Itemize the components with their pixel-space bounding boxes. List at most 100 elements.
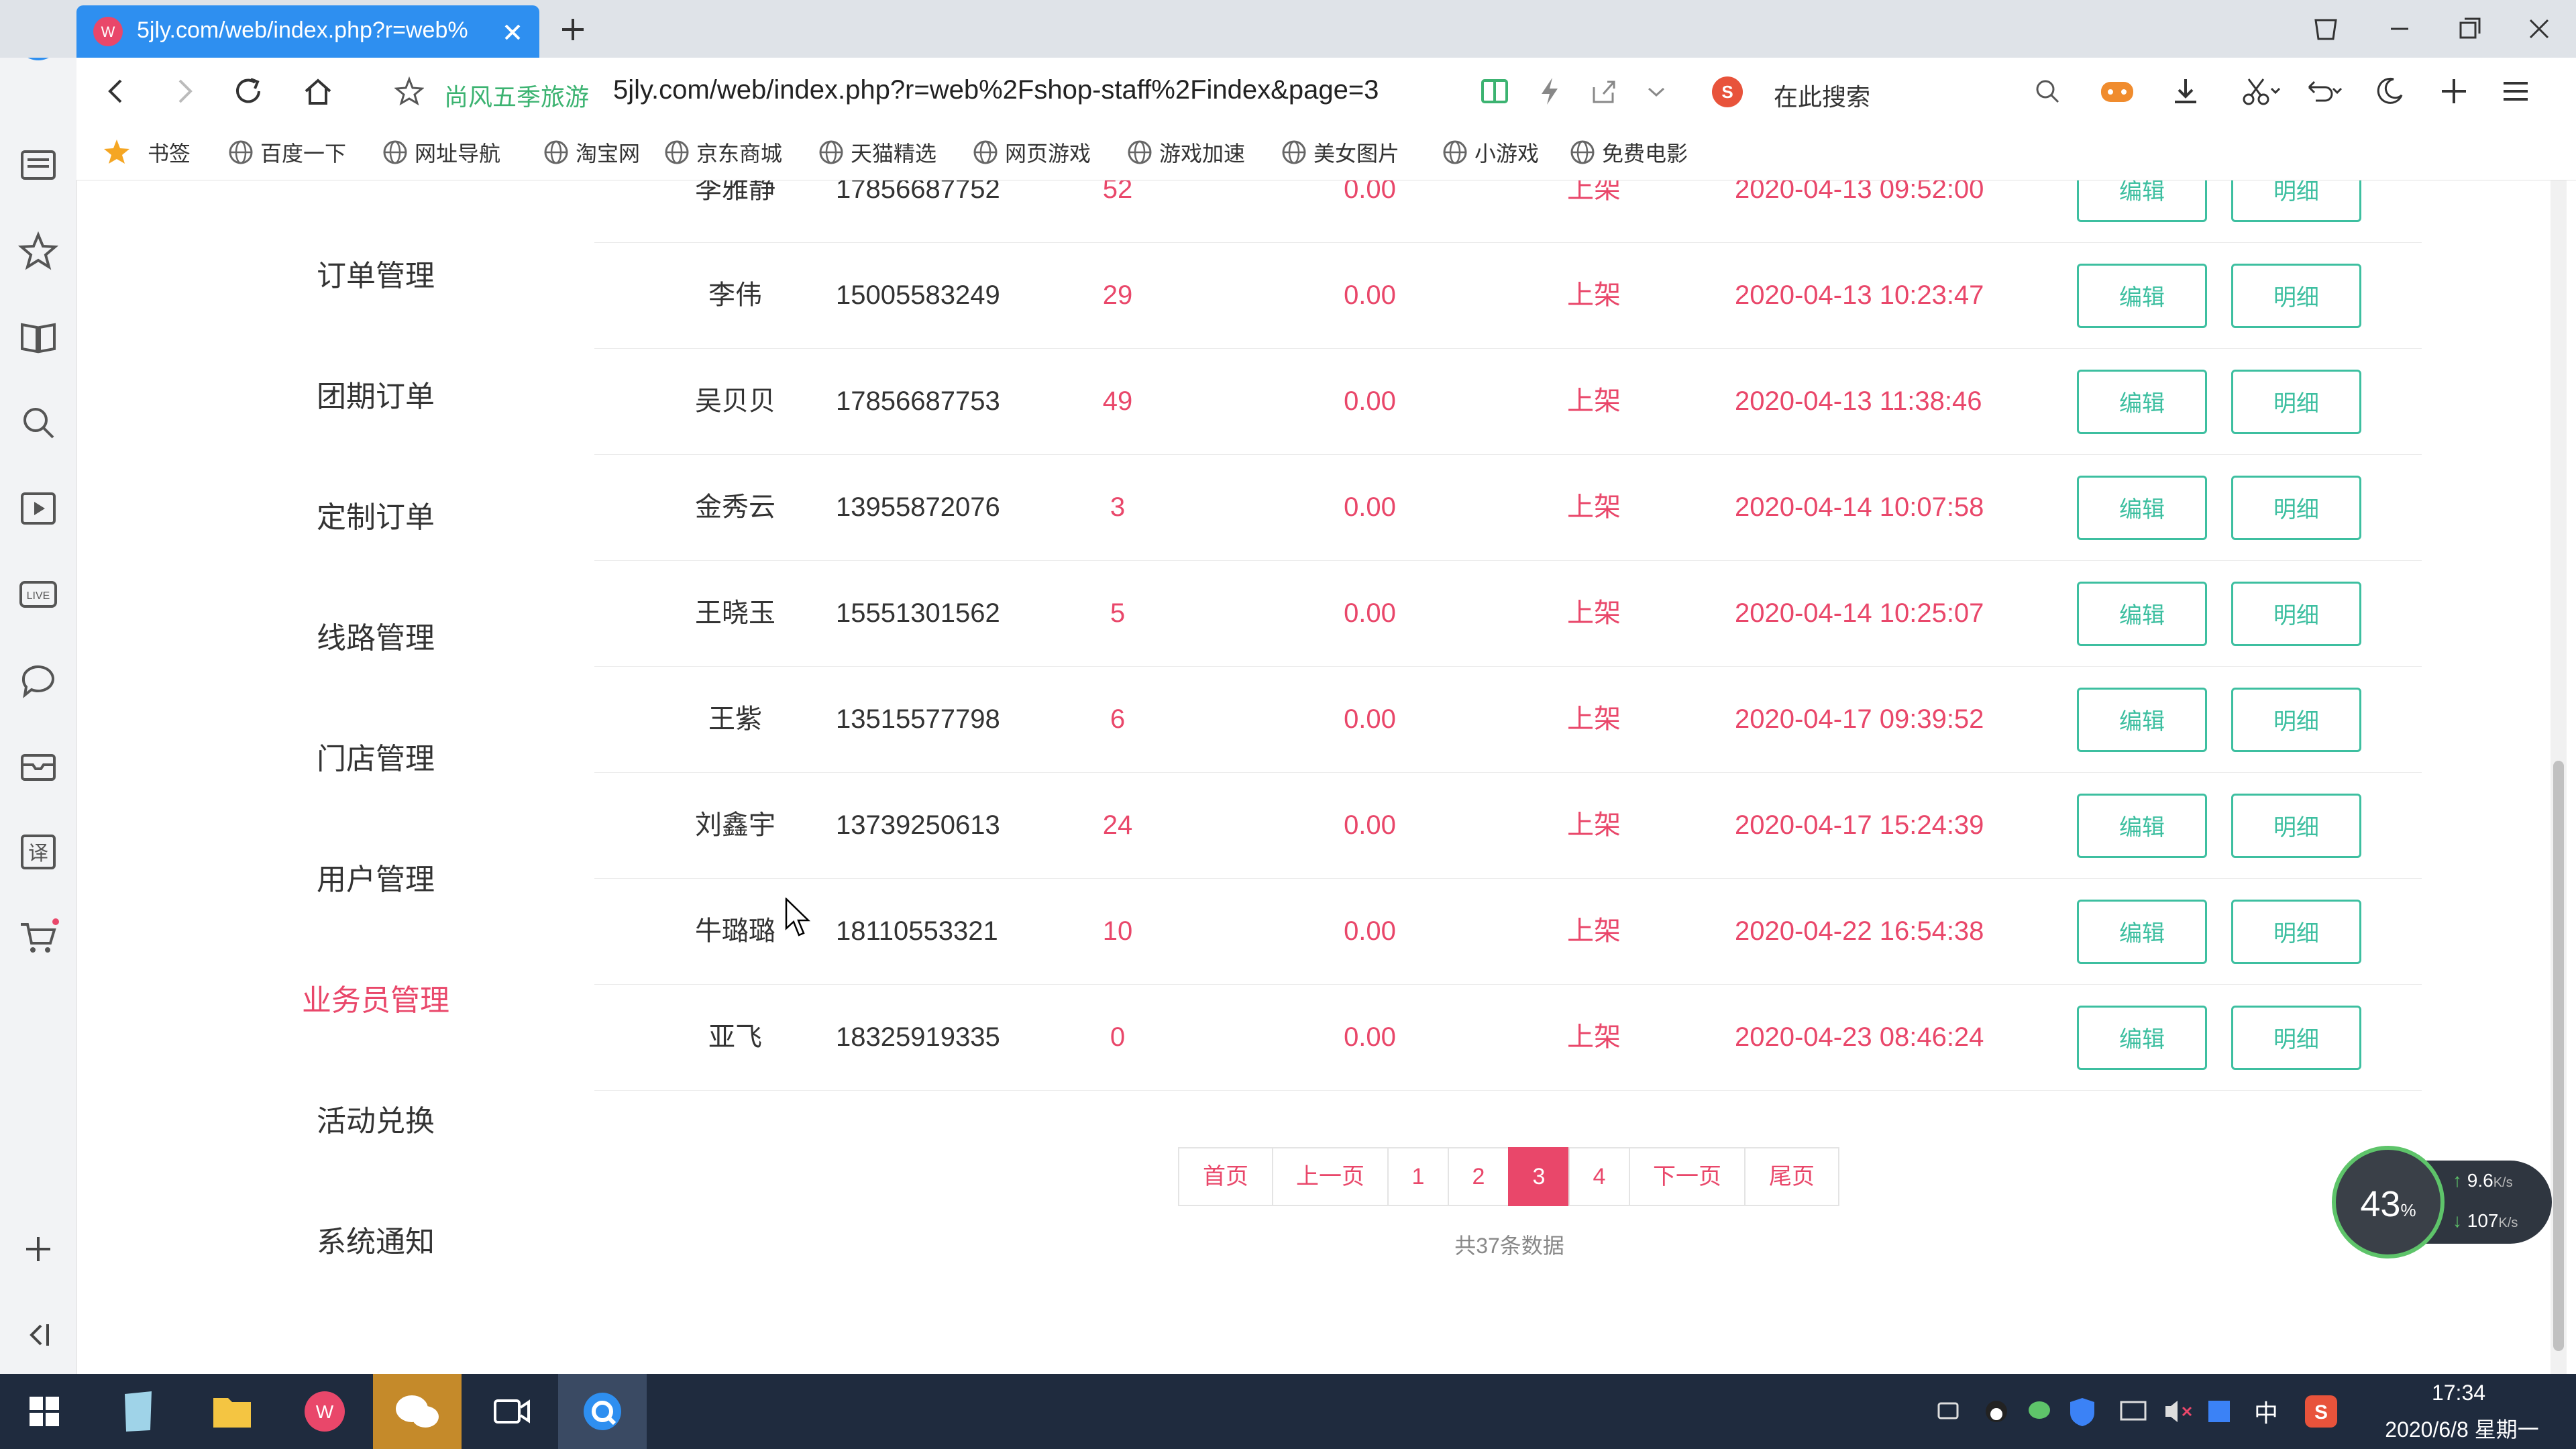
search-icon[interactable]	[17, 401, 60, 444]
edit-button[interactable]: 编辑	[2077, 688, 2207, 752]
detail-button[interactable]: 明细	[2231, 688, 2361, 752]
menu-icon[interactable]	[2500, 75, 2532, 107]
download-icon[interactable]	[2169, 75, 2202, 107]
menu-item-3[interactable]: 线路管理	[241, 614, 510, 657]
url-input[interactable]: 5jly.com/web/index.php?r=web%2Fshop-staf…	[613, 75, 1452, 105]
windows-start-icon[interactable]	[0, 1374, 89, 1449]
detail-button[interactable]: 明细	[2231, 264, 2361, 328]
add-icon[interactable]	[17, 1228, 60, 1271]
browser-tab-active[interactable]: W 5jly.com/web/index.php?r=web%	[76, 5, 539, 58]
home-icon[interactable]	[301, 74, 335, 109]
menu-item-4[interactable]: 门店管理	[241, 735, 510, 777]
menu-item-8[interactable]: 系统通知	[241, 1218, 510, 1260]
translate-icon[interactable]: 译	[17, 830, 60, 873]
clock-date[interactable]: 2020/6/8 星期一	[2361, 1413, 2563, 1444]
page-4-button[interactable]: 4	[1568, 1147, 1630, 1206]
edit-button[interactable]: 编辑	[2077, 370, 2207, 434]
bookmark-item[interactable]: 网址导航	[415, 137, 500, 168]
video-icon[interactable]	[17, 487, 60, 530]
back-icon[interactable]	[101, 75, 133, 107]
search-icon[interactable]	[2033, 76, 2062, 106]
globe-icon	[1127, 140, 1152, 165]
menu-item-0[interactable]: 订单管理	[241, 252, 510, 294]
wechat-app-icon[interactable]	[373, 1374, 462, 1449]
chat-icon[interactable]	[17, 659, 60, 702]
mail-box-icon[interactable]	[17, 745, 60, 788]
shopping-cart-icon[interactable]	[17, 916, 60, 959]
detail-button[interactable]: 明细	[2231, 476, 2361, 540]
page-first-button[interactable]: 首页	[1178, 1147, 1273, 1206]
minimize-icon[interactable]	[2383, 12, 2416, 46]
maximize-icon[interactable]	[2453, 12, 2486, 46]
undo-icon[interactable]	[2302, 75, 2343, 107]
detail-button[interactable]: 明细	[2231, 582, 2361, 646]
bookmark-item[interactable]: 小游戏	[1474, 137, 1539, 168]
detail-button[interactable]: 明细	[2231, 1006, 2361, 1070]
page-prev-button[interactable]: 上一页	[1272, 1147, 1389, 1206]
network-speed-widget[interactable]: 43% ↑ 9.6K/s ↓ 107K/s	[2332, 1146, 2555, 1258]
page-3-button-current[interactable]: 3	[1508, 1147, 1570, 1206]
chevron-down-icon[interactable]	[1645, 80, 1668, 103]
upload-arrow-icon: ↑	[2453, 1170, 2462, 1191]
menu-item-2[interactable]: 定制订单	[241, 493, 510, 536]
page-1-button[interactable]: 1	[1387, 1147, 1449, 1206]
close-window-icon[interactable]	[2522, 12, 2556, 46]
edit-button[interactable]: 编辑	[2077, 264, 2207, 328]
bookmark-item[interactable]: 淘宝网	[576, 137, 640, 168]
bookmark-item[interactable]: 京东商城	[696, 137, 782, 168]
detail-button[interactable]: 明细	[2231, 900, 2361, 964]
browser-app-icon[interactable]	[558, 1374, 647, 1449]
bookmark-item[interactable]: 美女图片	[1313, 137, 1399, 168]
detail-button[interactable]: 明细	[2231, 794, 2361, 858]
video-camera-app-icon[interactable]	[467, 1374, 555, 1449]
page-last-button[interactable]: 尾页	[1744, 1147, 1839, 1206]
edit-button[interactable]: 编辑	[2077, 794, 2207, 858]
scrollbar-thumb[interactable]	[2553, 761, 2564, 1351]
reading-book-icon[interactable]	[17, 315, 60, 358]
bookmark-item[interactable]: 游戏加速	[1159, 137, 1245, 168]
bookmark-item[interactable]: 百度一下	[260, 137, 346, 168]
live-icon[interactable]: LIVE	[17, 573, 60, 616]
bookmark-item[interactable]: 网页游戏	[1005, 137, 1091, 168]
reload-icon[interactable]	[231, 74, 266, 109]
speed-mode-icon[interactable]	[1536, 75, 1563, 107]
edit-button[interactable]: 编辑	[2077, 476, 2207, 540]
reader-mode-icon[interactable]	[1479, 75, 1511, 107]
menu-item-7[interactable]: 活动兑换	[241, 1097, 510, 1140]
edit-button[interactable]: 编辑	[2077, 900, 2207, 964]
new-tab-icon[interactable]	[557, 13, 589, 46]
night-mode-icon[interactable]	[2373, 75, 2406, 107]
close-tab-icon[interactable]	[500, 20, 525, 44]
clock-time[interactable]: 17:34	[2375, 1381, 2542, 1405]
screenshot-scissors-icon[interactable]	[2241, 75, 2281, 107]
menu-item-6[interactable]: 业务员管理	[241, 976, 510, 1019]
ime-indicator[interactable]: 中	[2254, 1394, 2278, 1429]
forward-icon[interactable]	[168, 75, 200, 107]
detail-button[interactable]: 明细	[2231, 370, 2361, 434]
page-next-button[interactable]: 下一页	[1629, 1147, 1746, 1206]
news-icon[interactable]	[17, 144, 60, 186]
favorites-star-icon[interactable]	[17, 229, 60, 272]
sogou-ime-icon[interactable]: S	[2304, 1394, 2339, 1429]
search-input[interactable]: 在此搜索	[1774, 78, 1870, 113]
app-w-icon[interactable]: W	[280, 1374, 369, 1449]
collapse-sidebar-icon[interactable]	[17, 1313, 60, 1356]
file-explorer-icon[interactable]	[188, 1374, 276, 1449]
share-icon[interactable]	[1589, 76, 1618, 106]
search-engine-icon[interactable]: S	[1711, 75, 1744, 109]
page-2-button[interactable]: 2	[1448, 1147, 1509, 1206]
restore-tabs-icon[interactable]	[2309, 12, 2343, 46]
table-row: 金秀云 13955872076 3 0.00 上架 2020-04-14 10:07:58…	[594, 454, 2422, 561]
edit-button[interactable]: 编辑	[2077, 582, 2207, 646]
add-icon[interactable]	[2438, 75, 2470, 107]
edit-button[interactable]: 编辑	[2077, 1006, 2207, 1070]
bookmark-star-icon[interactable]	[394, 76, 424, 106]
game-controller-icon[interactable]	[2098, 74, 2136, 109]
notepad-app-icon[interactable]	[94, 1374, 182, 1449]
created-time-cell: 2020-04-14 10:07:58	[1735, 492, 1984, 522]
bookmark-item[interactable]: 书签	[148, 137, 191, 168]
bookmark-item[interactable]: 免费电影	[1602, 137, 1688, 168]
menu-item-1[interactable]: 团期订单	[241, 372, 510, 415]
bookmark-item[interactable]: 天猫精选	[851, 137, 936, 168]
menu-item-5[interactable]: 用户管理	[241, 855, 510, 898]
